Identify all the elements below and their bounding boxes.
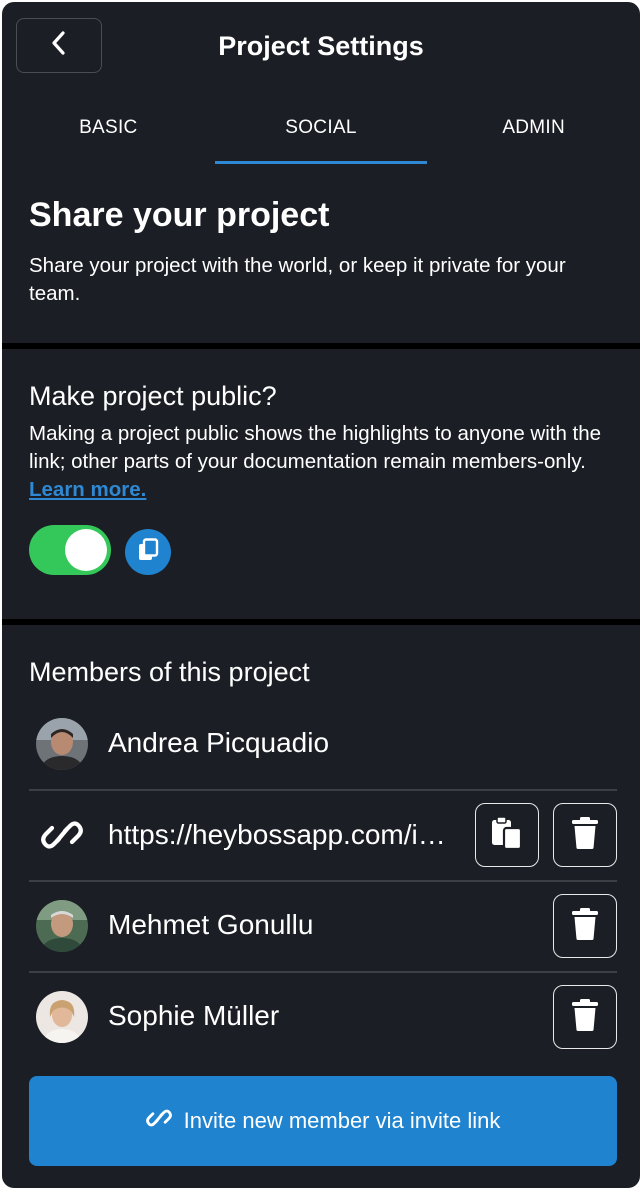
member-name: Mehmet Gonullu [108, 909, 314, 940]
invite-link-row: https://heybossapp.com/invite [29, 790, 617, 880]
avatar [36, 900, 88, 952]
tab-admin[interactable]: ADMIN [427, 110, 640, 166]
member-name: Andrea Picquadio [108, 727, 330, 758]
share-description: Share your project with the world, or ke… [29, 254, 566, 305]
trash-icon [571, 907, 599, 946]
settings-screen: Project Settings BASIC SOCIAL ADMIN Shar… [2, 2, 640, 1188]
delete-invite-link-button[interactable] [553, 803, 617, 867]
tab-basic[interactable]: BASIC [2, 110, 215, 166]
invite-member-button[interactable]: Invite new member via invite link [29, 1076, 617, 1166]
tab-social[interactable]: SOCIAL [214, 110, 428, 166]
public-title: Make project public? [29, 381, 277, 411]
tab-bar: BASIC SOCIAL ADMIN [2, 110, 640, 166]
learn-more-link[interactable]: Learn more. [29, 478, 146, 501]
section-divider [2, 619, 640, 625]
avatar [36, 991, 88, 1043]
copy-link-button[interactable] [125, 529, 171, 575]
invite-link-url: https://heybossapp.com/invite [108, 819, 458, 850]
member-row: Mehmet Gonullu [29, 881, 617, 971]
clipboard-icon [490, 815, 524, 856]
section-divider [2, 343, 640, 349]
toggle-knob [65, 529, 107, 571]
member-row-owner: Andrea Picquadio [29, 699, 617, 789]
link-icon [41, 817, 83, 853]
delete-member-button[interactable] [553, 894, 617, 958]
public-toggle[interactable] [29, 525, 111, 575]
copy-icon [137, 537, 159, 567]
delete-member-button[interactable] [553, 985, 617, 1049]
trash-icon [571, 816, 599, 855]
member-name: Sophie Müller [108, 1000, 280, 1031]
invite-button-label: Invite new member via invite link [183, 1108, 501, 1133]
members-title: Members of this project [29, 657, 310, 687]
public-description-text: Making a project public shows the highli… [29, 422, 602, 473]
share-title: Share your project [29, 196, 330, 234]
public-description: Making a project public shows the highli… [29, 420, 609, 504]
page-title: Project Settings [218, 31, 424, 61]
avatar [36, 718, 88, 770]
copy-invite-link-button[interactable] [475, 803, 539, 867]
trash-icon [571, 998, 599, 1037]
link-icon [145, 1107, 172, 1135]
member-row: Sophie Müller [29, 972, 617, 1062]
